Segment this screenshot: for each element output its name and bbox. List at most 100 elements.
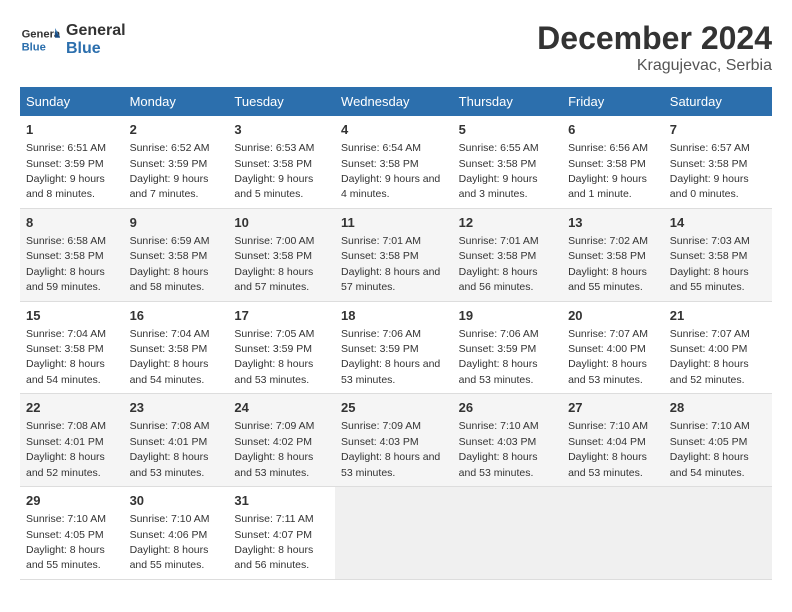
day-cell: 13Sunrise: 7:02 AM Sunset: 3:58 PM Dayli…	[562, 208, 664, 301]
calendar-table: SundayMondayTuesdayWednesdayThursdayFrid…	[20, 87, 772, 580]
day-cell: 5Sunrise: 6:55 AM Sunset: 3:58 PM Daylig…	[453, 116, 562, 208]
day-number: 11	[341, 214, 447, 232]
day-cell: 21 Sunrise: 7:07 AM Sunset: 4:00 PM Dayli…	[664, 301, 772, 394]
day-cell: 22 Sunrise: 7:08 AM Sunset: 4:01 PM Dayli…	[20, 394, 124, 487]
day-cell: 3 Sunrise: 6:53 AM Sunset: 3:58 PM Daylig…	[228, 116, 335, 208]
day-cell: 29Sunrise: 7:10 AM Sunset: 4:05 PM Dayli…	[20, 487, 124, 580]
day-info: Sunrise: 6:54 AM Sunset: 3:58 PM Dayligh…	[341, 142, 440, 200]
logo-general: General	[66, 22, 126, 40]
day-cell: 15 Sunrise: 7:04 AM Sunset: 3:58 PM Dayli…	[20, 301, 124, 394]
day-info: Sunrise: 7:06 AM Sunset: 3:59 PM Dayligh…	[459, 328, 539, 386]
main-title: December 2024	[537, 20, 772, 57]
col-header-saturday: Saturday	[664, 87, 772, 116]
day-number: 3	[234, 121, 329, 139]
day-number: 9	[130, 214, 223, 232]
day-cell: 14 Sunrise: 7:03 AM Sunset: 3:58 PM Dayli…	[664, 208, 772, 301]
day-info: Sunrise: 6:53 AM Sunset: 3:58 PM Dayligh…	[234, 142, 314, 200]
day-number: 21	[670, 307, 766, 325]
day-number: 27	[568, 399, 658, 417]
day-number: 16	[130, 307, 223, 325]
day-cell: 25Sunrise: 7:09 AM Sunset: 4:03 PM Dayli…	[335, 394, 453, 487]
day-cell: 30 Sunrise: 7:10 AM Sunset: 4:06 PM Dayli…	[124, 487, 229, 580]
col-header-monday: Monday	[124, 87, 229, 116]
day-number: 30	[130, 492, 223, 510]
day-info: Sunrise: 7:06 AM Sunset: 3:59 PM Dayligh…	[341, 328, 440, 386]
day-number: 22	[26, 399, 118, 417]
day-info: Sunrise: 7:11 AM Sunset: 4:07 PM Dayligh…	[234, 513, 313, 571]
logo: General Blue General Blue	[20, 20, 126, 60]
day-number: 5	[459, 121, 556, 139]
day-number: 23	[130, 399, 223, 417]
day-cell	[664, 487, 772, 580]
col-header-tuesday: Tuesday	[228, 87, 335, 116]
title-area: December 2024 Kragujevac, Serbia	[537, 20, 772, 75]
day-info: Sunrise: 7:10 AM Sunset: 4:05 PM Dayligh…	[670, 420, 750, 478]
day-info: Sunrise: 6:57 AM Sunset: 3:58 PM Dayligh…	[670, 142, 750, 200]
day-info: Sunrise: 7:03 AM Sunset: 3:58 PM Dayligh…	[670, 235, 750, 293]
day-info: Sunrise: 6:59 AM Sunset: 3:58 PM Dayligh…	[130, 235, 210, 293]
day-info: Sunrise: 7:10 AM Sunset: 4:03 PM Dayligh…	[459, 420, 539, 478]
day-info: Sunrise: 7:05 AM Sunset: 3:59 PM Dayligh…	[234, 328, 314, 386]
day-number: 17	[234, 307, 329, 325]
day-number: 26	[459, 399, 556, 417]
day-number: 12	[459, 214, 556, 232]
day-cell: 4Sunrise: 6:54 AM Sunset: 3:58 PM Daylig…	[335, 116, 453, 208]
day-number: 20	[568, 307, 658, 325]
day-info: Sunrise: 7:08 AM Sunset: 4:01 PM Dayligh…	[26, 420, 106, 478]
day-number: 2	[130, 121, 223, 139]
day-info: Sunrise: 7:00 AM Sunset: 3:58 PM Dayligh…	[234, 235, 314, 293]
day-number: 8	[26, 214, 118, 232]
subtitle: Kragujevac, Serbia	[537, 57, 772, 75]
day-cell	[562, 487, 664, 580]
day-cell: 24 Sunrise: 7:09 AM Sunset: 4:02 PM Dayli…	[228, 394, 335, 487]
day-info: Sunrise: 7:04 AM Sunset: 3:58 PM Dayligh…	[26, 328, 106, 386]
day-info: Sunrise: 7:07 AM Sunset: 4:00 PM Dayligh…	[568, 328, 648, 386]
day-cell: 6 Sunrise: 6:56 AM Sunset: 3:58 PM Daylig…	[562, 116, 664, 208]
day-info: Sunrise: 7:07 AM Sunset: 4:00 PM Dayligh…	[670, 328, 750, 386]
day-number: 25	[341, 399, 447, 417]
day-number: 14	[670, 214, 766, 232]
day-info: Sunrise: 7:01 AM Sunset: 3:58 PM Dayligh…	[341, 235, 440, 293]
week-row-3: 15 Sunrise: 7:04 AM Sunset: 3:58 PM Dayli…	[20, 301, 772, 394]
day-cell: 7 Sunrise: 6:57 AM Sunset: 3:58 PM Daylig…	[664, 116, 772, 208]
day-cell: 2 Sunrise: 6:52 AM Sunset: 3:59 PM Daylig…	[124, 116, 229, 208]
day-cell	[335, 487, 453, 580]
day-number: 10	[234, 214, 329, 232]
day-info: Sunrise: 7:10 AM Sunset: 4:06 PM Dayligh…	[130, 513, 210, 571]
day-cell: 23 Sunrise: 7:08 AM Sunset: 4:01 PM Dayli…	[124, 394, 229, 487]
day-cell: 1Sunrise: 6:51 AM Sunset: 3:59 PM Daylig…	[20, 116, 124, 208]
day-info: Sunrise: 7:04 AM Sunset: 3:58 PM Dayligh…	[130, 328, 210, 386]
col-header-sunday: Sunday	[20, 87, 124, 116]
week-row-4: 22 Sunrise: 7:08 AM Sunset: 4:01 PM Dayli…	[20, 394, 772, 487]
day-number: 6	[568, 121, 658, 139]
day-info: Sunrise: 6:58 AM Sunset: 3:58 PM Dayligh…	[26, 235, 106, 293]
day-number: 15	[26, 307, 118, 325]
week-row-2: 8 Sunrise: 6:58 AM Sunset: 3:58 PM Daylig…	[20, 208, 772, 301]
day-info: Sunrise: 6:52 AM Sunset: 3:59 PM Dayligh…	[130, 142, 210, 200]
day-number: 7	[670, 121, 766, 139]
day-cell: 18 Sunrise: 7:06 AM Sunset: 3:59 PM Dayli…	[335, 301, 453, 394]
day-cell: 17 Sunrise: 7:05 AM Sunset: 3:59 PM Dayli…	[228, 301, 335, 394]
day-cell: 8 Sunrise: 6:58 AM Sunset: 3:58 PM Daylig…	[20, 208, 124, 301]
day-cell: 16 Sunrise: 7:04 AM Sunset: 3:58 PM Dayli…	[124, 301, 229, 394]
day-cell: 19 Sunrise: 7:06 AM Sunset: 3:59 PM Dayli…	[453, 301, 562, 394]
day-number: 28	[670, 399, 766, 417]
week-row-5: 29Sunrise: 7:10 AM Sunset: 4:05 PM Dayli…	[20, 487, 772, 580]
header-row: SundayMondayTuesdayWednesdayThursdayFrid…	[20, 87, 772, 116]
day-number: 18	[341, 307, 447, 325]
day-cell: 20 Sunrise: 7:07 AM Sunset: 4:00 PM Dayli…	[562, 301, 664, 394]
day-info: Sunrise: 7:09 AM Sunset: 4:02 PM Dayligh…	[234, 420, 314, 478]
day-number: 19	[459, 307, 556, 325]
col-header-friday: Friday	[562, 87, 664, 116]
day-number: 24	[234, 399, 329, 417]
day-info: Sunrise: 6:56 AM Sunset: 3:58 PM Dayligh…	[568, 142, 648, 200]
day-info: Sunrise: 7:08 AM Sunset: 4:01 PM Dayligh…	[130, 420, 210, 478]
day-cell: 31Sunrise: 7:11 AM Sunset: 4:07 PM Dayli…	[228, 487, 335, 580]
week-row-1: 1Sunrise: 6:51 AM Sunset: 3:59 PM Daylig…	[20, 116, 772, 208]
day-cell: 9 Sunrise: 6:59 AM Sunset: 3:58 PM Daylig…	[124, 208, 229, 301]
header: General Blue General Blue December 2024 …	[20, 20, 772, 75]
day-number: 29	[26, 492, 118, 510]
day-cell: 11 Sunrise: 7:01 AM Sunset: 3:58 PM Dayli…	[335, 208, 453, 301]
day-info: Sunrise: 6:51 AM Sunset: 3:59 PM Dayligh…	[26, 142, 106, 200]
page: General Blue General Blue December 2024 …	[0, 0, 792, 590]
